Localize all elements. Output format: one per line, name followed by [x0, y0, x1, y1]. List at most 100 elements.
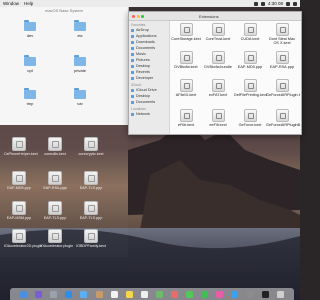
dock [10, 288, 294, 300]
preferences-icon[interactable] [246, 290, 254, 298]
file-label: EAP-TLS.ppp [43, 216, 67, 220]
menu-list-icon[interactable] [293, 1, 297, 6]
ppp-icon [84, 171, 98, 185]
file-item[interactable]: DefFilePrinting.kext [234, 79, 267, 97]
file-item[interactable]: eFiltr.kext [170, 109, 202, 127]
folder-tmp[interactable]: tmp [17, 88, 43, 106]
menu-window[interactable]: Window [3, 1, 19, 6]
sidebar-item-label: Downloads [136, 40, 155, 44]
finder-icon[interactable] [20, 290, 28, 298]
file-label: DVBkxfw.kext [174, 65, 198, 69]
folder-var[interactable]: var [67, 88, 93, 106]
file-item[interactable]: CoreStorage.kext [170, 23, 202, 41]
launchpad-icon[interactable] [50, 290, 58, 298]
file-item[interactable]: CUDA.kext [234, 23, 266, 41]
file-item[interactable]: AFileID.kext [170, 79, 202, 97]
ppp-icon [48, 201, 62, 215]
trash-icon[interactable] [276, 290, 284, 298]
file-label: eeFilt.kext [209, 123, 227, 127]
folder-icon [24, 88, 36, 99]
photos-icon[interactable] [171, 290, 179, 298]
file-item[interactable]: EAP-RSA.ppp [40, 171, 70, 190]
file-item[interactable]: CoreTrust.kext [202, 23, 234, 41]
ppp-icon [12, 171, 26, 185]
desktop-icon [131, 64, 134, 68]
zoom-button[interactable] [141, 14, 144, 18]
kext-icon [211, 109, 225, 122]
file-item[interactable]: DVBkxfw.bundle [202, 51, 234, 69]
folder-icon [74, 55, 86, 66]
menu-bar: Window Help 4:30 08 [0, 0, 300, 7]
file-item[interactable]: EAP-MD5.ppp [4, 171, 34, 190]
bundle-icon [211, 51, 225, 64]
file-item[interactable]: EAP-TLS.ppp [76, 171, 106, 190]
sidebar-item-label: Recents [136, 70, 150, 74]
file-label: eFiltr.kext [177, 123, 195, 127]
file-item[interactable]: GeForceAIRPluginBundle [266, 109, 300, 127]
kext-icon [48, 137, 62, 151]
messages-icon[interactable] [186, 290, 194, 298]
sidebar-item-label: Developer [136, 76, 154, 80]
recents-icon [131, 70, 134, 74]
siri-icon[interactable] [35, 290, 43, 298]
sidebar-item-network[interactable]: Network [129, 111, 169, 117]
sidebar-item-label: Desktop [136, 94, 150, 98]
maps-icon[interactable] [155, 290, 163, 298]
file-item[interactable]: exFAT.kext [202, 79, 234, 97]
ppp-icon [243, 51, 257, 64]
kext-icon [12, 137, 26, 151]
developer-icon [131, 76, 134, 80]
file-item[interactable]: EAP-RSA.ppp [266, 51, 298, 69]
file-item[interactable]: coreutils.kext [40, 137, 70, 156]
file-item[interactable]: EAP-TLS.ppp [76, 201, 106, 220]
terminal-icon[interactable] [261, 290, 269, 298]
folder-opt[interactable]: opt [17, 55, 43, 73]
mail-icon[interactable] [80, 290, 88, 298]
calendar-icon[interactable] [110, 290, 118, 298]
file-item[interactable]: DVBkxfw.kext [170, 51, 202, 69]
file-label: CoreTrust.kext [205, 37, 231, 41]
kext-icon [211, 23, 225, 36]
finder-sidebar: Favorites AirDrop Applications Downloads… [129, 21, 170, 134]
minimize-button[interactable] [136, 14, 140, 18]
contacts-icon[interactable] [95, 290, 103, 298]
file-label: EAP-MD5.ppp [7, 186, 31, 190]
file-item[interactable]: EAP-MSM.ppp [4, 201, 34, 220]
wifi-icon[interactable] [253, 1, 258, 6]
sidebar-item-label: Documents [136, 46, 156, 50]
kext-icon [243, 23, 257, 36]
battery-icon[interactable] [260, 1, 265, 6]
file-item[interactable]: EAP-MD5.ppp [234, 51, 266, 69]
file-item[interactable]: GeForce.kext [234, 109, 266, 127]
folder-etc[interactable]: etc [67, 20, 93, 38]
menu-clock[interactable]: 4:30 08 [268, 1, 283, 6]
file-item[interactable]: IOBDPFamily.kext [76, 229, 106, 248]
notes-icon[interactable] [125, 290, 133, 298]
file-label: EAP-TLS.ppp [79, 186, 103, 190]
kext-icon [179, 109, 193, 122]
folder-private[interactable]: private [67, 55, 93, 73]
spotlight-icon[interactable] [286, 1, 290, 6]
file-item[interactable]: EAP-TLS.ppp [40, 201, 70, 220]
file-item[interactable]: CsPhoneHelper.kext [4, 137, 38, 156]
folder-icon [24, 20, 36, 31]
file-item[interactable]: eeFilt.kext [202, 109, 234, 127]
file-item[interactable]: GeForceAIRPlugin.bundle [266, 79, 300, 97]
sidebar-item-label: Desktop [136, 64, 150, 68]
file-label: CUDA.kext [240, 37, 260, 41]
kext-icon [179, 23, 193, 36]
safari-icon[interactable] [65, 290, 73, 298]
reminders-icon[interactable] [140, 290, 148, 298]
menu-help[interactable]: Help [24, 1, 33, 6]
facetime-icon[interactable] [201, 290, 209, 298]
file-item[interactable]: corecrypto.kext [76, 137, 106, 156]
desktop-file-grid: CsPhoneHelper.kext coreutils.kext corecr… [0, 125, 128, 257]
itunes-icon[interactable] [216, 290, 224, 298]
file-item[interactable]: Dont Steal Mac OS X.kext [266, 23, 298, 45]
app-store-icon[interactable] [231, 290, 239, 298]
bundle-icon [275, 109, 289, 122]
file-item[interactable]: IOAccelerator.plugin [40, 229, 73, 248]
folder-dev[interactable]: dev [17, 20, 43, 38]
close-button[interactable] [132, 14, 135, 18]
file-item[interactable]: IOAccelerator2D.plugin [4, 229, 42, 248]
